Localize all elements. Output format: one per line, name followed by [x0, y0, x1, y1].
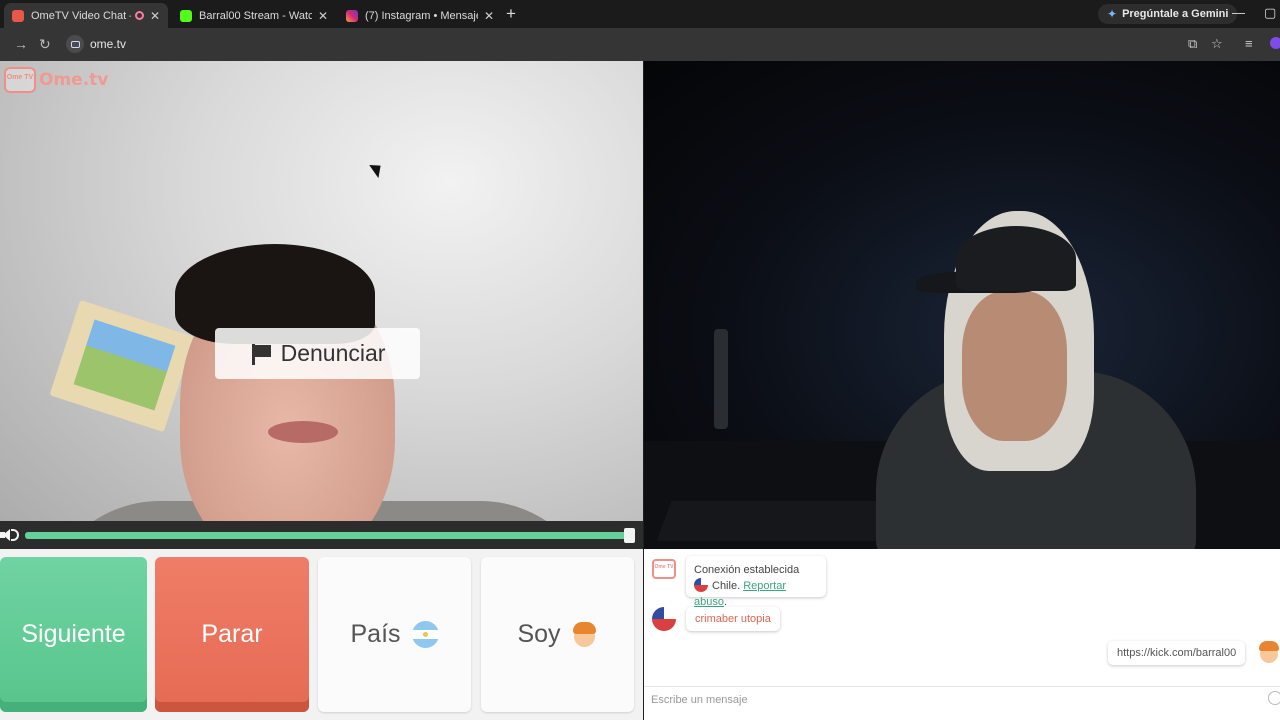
cap — [956, 226, 1076, 291]
report-button[interactable]: Denunciar — [215, 328, 420, 379]
emoji-icon[interactable] — [1268, 691, 1280, 705]
report-label: Denunciar — [280, 340, 386, 366]
profile-avatar-icon[interactable] — [1270, 37, 1280, 49]
my-avatar-icon — [1258, 640, 1280, 664]
kick-favicon-icon — [180, 9, 192, 22]
partner-message-text: crimaber utopia — [695, 613, 771, 625]
partner-chile-flag-icon — [652, 607, 676, 631]
bottle — [714, 329, 728, 429]
reading-list-icon[interactable]: ≡ — [1245, 36, 1253, 51]
tab-title: (7) Instagram • Mensajes — [365, 9, 478, 22]
boy-avatar-icon — [571, 621, 598, 649]
self-face — [962, 291, 1067, 441]
flag-icon — [250, 343, 272, 365]
tab-title: Barral00 Stream - Watch Live o — [199, 9, 312, 22]
address-bar-row: → ↻ ome.tv ⧉ ☆ ≡ — [0, 28, 1280, 61]
recording-icon — [134, 11, 144, 20]
next-label: Siguiente — [21, 620, 126, 648]
ometv-logo: Ome TV Ome.tv — [4, 67, 108, 93]
ometv-favicon-icon — [12, 9, 24, 22]
ometv-logo-tv-icon: Ome TV — [4, 67, 36, 93]
minimize-icon[interactable]: — — [1232, 5, 1245, 20]
volume-slider[interactable] — [25, 528, 635, 543]
speaker-icon[interactable] — [0, 528, 20, 542]
volume-slider-fill — [25, 532, 629, 539]
message-input-placeholder: Escribe un mensaje — [651, 694, 748, 706]
gemini-button[interactable]: ✦ Pregúntale a Gemini — [1098, 4, 1238, 24]
stop-button[interactable]: Parar — [155, 557, 309, 712]
self-video — [644, 61, 1280, 549]
bookmark-star-icon[interactable]: ☆ — [1211, 36, 1223, 52]
partner-video: Ome TV Ome.tv Denunciar — [0, 61, 643, 549]
connection-status-text: Conexión establecida — [694, 564, 800, 576]
argentina-flag-icon — [411, 621, 439, 648]
gemini-label: Pregúntale a Gemini — [1122, 8, 1229, 20]
partner-mouth — [268, 421, 338, 443]
tab-title: OmeTV Video Chat — Ome — [31, 9, 131, 22]
ometv-logo-text: Ome.tv — [39, 70, 109, 90]
gender-button[interactable]: Soy — [481, 557, 634, 712]
partner-country-text: Chile. — [712, 580, 741, 592]
ometv-system-icon: Ome TV — [652, 559, 676, 579]
tab-instagram[interactable]: (7) Instagram • Mensajes ✕ — [338, 3, 502, 28]
new-tab-icon[interactable]: + — [506, 4, 516, 24]
gender-label: Soy — [517, 620, 561, 648]
message-input[interactable]: Escribe un mensaje — [644, 686, 1280, 713]
forward-icon[interactable]: → — [14, 36, 28, 52]
stop-label: Parar — [201, 620, 263, 648]
browser-tab-bar: OmeTV Video Chat — Ome ✕ Barral00 Stream… — [0, 0, 1280, 28]
chile-flag-icon — [694, 578, 708, 592]
partner-message: crimaber utopia — [686, 607, 780, 631]
close-tab-icon[interactable]: ✕ — [484, 9, 494, 23]
gemini-spark-icon: ✦ — [1107, 7, 1118, 21]
tab-ometv[interactable]: OmeTV Video Chat — Ome ✕ — [4, 3, 168, 28]
omnibox[interactable]: ome.tv — [62, 32, 1236, 56]
cast-icon[interactable]: ⧉ — [1188, 36, 1197, 52]
country-label: País — [350, 620, 401, 648]
reload-icon[interactable]: ↻ — [39, 36, 51, 53]
control-panel: Siguiente Parar País Soy — [0, 549, 643, 720]
instagram-favicon-icon — [346, 9, 358, 22]
close-tab-icon[interactable]: ✕ — [318, 9, 328, 23]
mouse-cursor-icon — [369, 159, 386, 179]
keyboard — [656, 501, 902, 541]
system-message: Conexión establecida Chile. Reportar abu… — [686, 556, 826, 608]
next-button[interactable]: Siguiente — [0, 557, 147, 712]
volume-control — [0, 521, 643, 549]
volume-slider-handle[interactable] — [624, 528, 635, 543]
my-message: https://kick.com/barral00 — [1108, 641, 1246, 665]
chat-panel: Ome TV Conexión establecida Chile. Repor… — [644, 549, 1280, 720]
maximize-icon[interactable]: ▢ — [1264, 5, 1276, 21]
my-message-text: https://kick.com/barral00 — [1117, 647, 1237, 659]
close-tab-icon[interactable]: ✕ — [150, 9, 160, 23]
url-text[interactable]: ome.tv — [90, 37, 126, 51]
site-info-icon[interactable] — [66, 35, 84, 53]
country-button[interactable]: País — [318, 557, 471, 712]
tab-kick-stream[interactable]: Barral00 Stream - Watch Live o ✕ — [172, 3, 336, 28]
